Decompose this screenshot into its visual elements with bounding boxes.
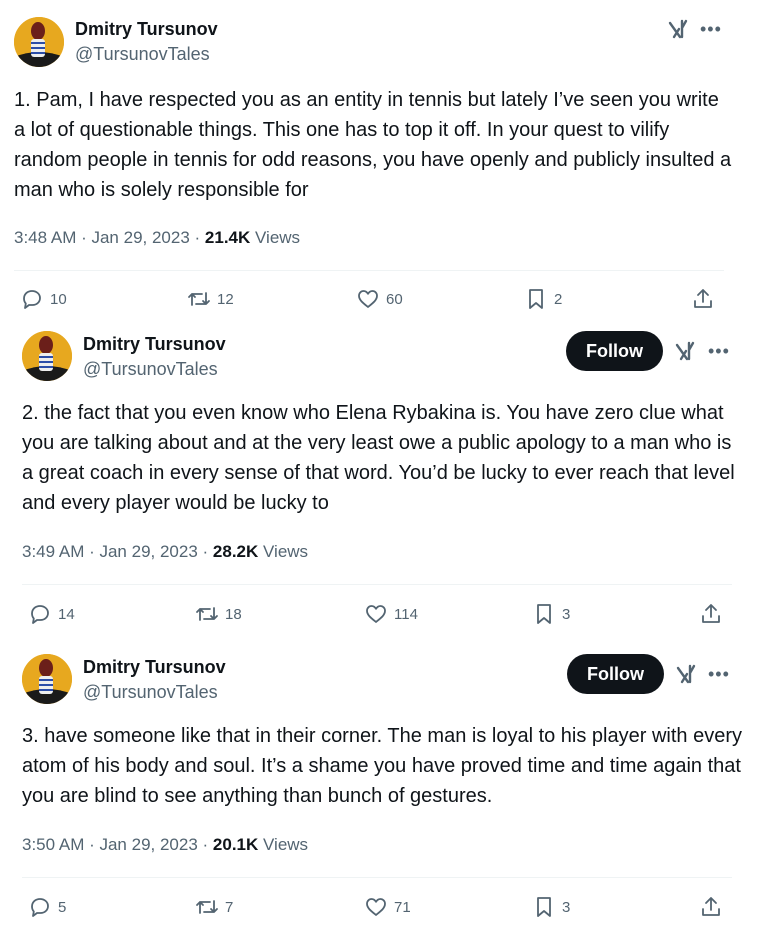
repost-icon <box>188 292 210 306</box>
bookmark-count: 3 <box>562 605 571 623</box>
avatar[interactable] <box>14 17 64 67</box>
like-count: 114 <box>394 605 418 623</box>
tweet-2: Dmitry Tursunov @TursunovTales Follow ••… <box>0 322 784 644</box>
bookmark-button[interactable]: 3 <box>532 895 570 919</box>
tweet-timestamp[interactable]: 3:49 AM · Jan 29, 2023 · <box>22 542 213 561</box>
bookmark-button[interactable]: 2 <box>524 287 562 311</box>
author-handle[interactable]: @TursunovTales <box>75 44 210 65</box>
views-count: 28.2K <box>212 542 259 561</box>
tweet-text: 1. Pam, I have respected you as an entit… <box>14 89 732 201</box>
tweet-1: Dmitry Tursunov @TursunovTales ••• 1. Pa… <box>0 0 784 322</box>
follow-button[interactable]: Follow <box>566 331 663 371</box>
more-icon[interactable]: ••• <box>700 20 722 38</box>
tweet-meta: 3:48 AM · Jan 29, 2023 · 21.4K Views <box>14 228 300 248</box>
bookmark-icon <box>537 604 551 624</box>
reply-count: 14 <box>58 605 75 623</box>
heart-icon <box>366 605 386 623</box>
share-icon <box>702 604 720 623</box>
bookmark-button[interactable]: 3 <box>532 602 570 626</box>
grok-icon[interactable] <box>675 663 697 685</box>
share-button[interactable] <box>699 602 723 626</box>
tweet-text: 2. the fact that you even know who Elena… <box>22 402 735 514</box>
repost-icon <box>196 900 218 914</box>
repost-count: 18 <box>225 605 242 623</box>
divider <box>22 584 732 585</box>
repost-button[interactable]: 7 <box>195 895 233 919</box>
avatar[interactable] <box>22 331 72 381</box>
author-name[interactable]: Dmitry Tursunov <box>83 334 226 355</box>
bookmark-icon <box>537 897 551 917</box>
bookmark-count: 3 <box>562 898 571 916</box>
more-icon[interactable]: ••• <box>708 342 730 360</box>
bookmark-icon <box>529 289 543 309</box>
grok-icon[interactable] <box>667 18 689 40</box>
more-icon[interactable]: ••• <box>708 665 730 683</box>
tweet-timestamp[interactable]: 3:50 AM · Jan 29, 2023 · <box>22 835 213 854</box>
author-name[interactable]: Dmitry Tursunov <box>75 19 218 40</box>
share-icon <box>702 897 720 916</box>
views-count: 20.1K <box>212 835 259 854</box>
grok-icon[interactable] <box>674 340 696 362</box>
share-button[interactable] <box>699 895 723 919</box>
like-count: 60 <box>386 290 403 308</box>
author-name[interactable]: Dmitry Tursunov <box>83 657 226 678</box>
reply-button[interactable]: 10 <box>20 287 67 311</box>
repost-count: 12 <box>217 290 234 308</box>
reply-button[interactable]: 14 <box>28 602 75 626</box>
tweet-meta: 3:50 AM · Jan 29, 2023 · 20.1K Views <box>22 835 308 855</box>
author-handle[interactable]: @TursunovTales <box>83 682 218 703</box>
repost-count: 7 <box>225 898 234 916</box>
tweet-3: Dmitry Tursunov @TursunovTales Follow ••… <box>0 644 784 937</box>
heart-icon <box>358 290 378 308</box>
reply-button[interactable]: 5 <box>28 895 66 919</box>
divider <box>22 877 732 878</box>
views-label: Views <box>255 228 301 247</box>
like-button[interactable]: 114 <box>364 602 418 626</box>
divider <box>14 270 724 271</box>
tweet-meta: 3:49 AM · Jan 29, 2023 · 28.2K Views <box>22 542 308 562</box>
reply-icon <box>31 605 49 624</box>
share-button[interactable] <box>691 287 715 311</box>
reply-count: 10 <box>50 290 67 308</box>
tweet-timestamp[interactable]: 3:48 AM · Jan 29, 2023 · <box>14 228 205 247</box>
reply-icon <box>23 290 41 309</box>
share-icon <box>694 289 712 308</box>
like-count: 71 <box>394 898 411 916</box>
follow-button[interactable]: Follow <box>567 654 664 694</box>
reply-count: 5 <box>58 898 67 916</box>
like-button[interactable]: 71 <box>364 895 411 919</box>
like-button[interactable]: 60 <box>356 287 403 311</box>
repost-icon <box>196 607 218 621</box>
repost-button[interactable]: 18 <box>195 602 242 626</box>
heart-icon <box>366 898 386 916</box>
views-label: Views <box>263 542 309 561</box>
author-handle[interactable]: @TursunovTales <box>83 359 218 380</box>
reply-icon <box>31 898 49 917</box>
views-count: 21.4K <box>204 228 251 247</box>
tweet-text: 3. have someone like that in their corne… <box>22 725 742 807</box>
views-label: Views <box>263 835 309 854</box>
avatar[interactable] <box>22 654 72 704</box>
bookmark-count: 2 <box>554 290 563 308</box>
repost-button[interactable]: 12 <box>187 287 234 311</box>
